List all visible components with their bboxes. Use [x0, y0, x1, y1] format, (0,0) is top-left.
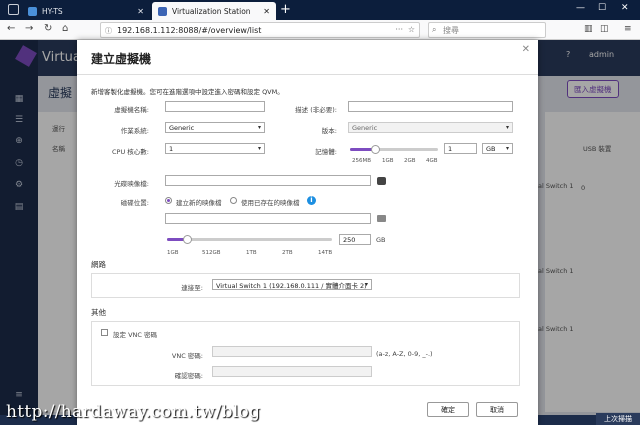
- search-icon: ⌕: [432, 25, 437, 34]
- chevron-down-icon: ▾: [257, 145, 261, 152]
- memory-label: 記憶體:: [315, 148, 337, 156]
- connect-label: 連接至:: [181, 284, 203, 292]
- browser-tab-hyts[interactable]: HY-TS ✕: [22, 2, 150, 20]
- disk-new-label: 建立新的映像檔: [176, 199, 222, 207]
- folder-browse-icon[interactable]: [377, 215, 386, 222]
- disk-slider-handle[interactable]: [183, 235, 192, 244]
- memory-unit-select[interactable]: GB ▾: [482, 143, 513, 154]
- confirm-password-label: 確認密碼:: [174, 372, 203, 380]
- confirm-password-input[interactable]: [212, 366, 372, 377]
- vm-name-input[interactable]: [165, 101, 265, 112]
- chevron-down-icon: ▾: [505, 124, 509, 131]
- search-placeholder: 搜尋: [443, 25, 459, 35]
- chevron-down-icon: ▾: [364, 281, 368, 288]
- url-text: 192.168.1.112:8088/#/overview/list: [117, 25, 262, 35]
- menu-icon[interactable]: ≡: [624, 24, 632, 34]
- browser-tabbar: HY-TS ✕ Virtualization Station ✕ + — ☐ ✕: [0, 0, 640, 20]
- close-window-icon[interactable]: ✕: [621, 3, 629, 13]
- browser-search-input[interactable]: ⌕ 搜尋: [428, 22, 546, 38]
- prev-page-button[interactable]: 上次掃描: [596, 413, 640, 425]
- disk-tick: 14TB: [318, 250, 333, 256]
- vnc-password-input[interactable]: [212, 346, 372, 357]
- version-select-value: Generic: [352, 123, 378, 132]
- disk-tick: 1GB: [167, 250, 179, 256]
- home-icon[interactable]: ⌂: [62, 23, 68, 34]
- info-icon[interactable]: ⓘ: [105, 26, 112, 36]
- disk-tick: 2TB: [282, 250, 293, 256]
- vnc-hint: (a-z, A-Z, 0-9, _-.): [376, 350, 433, 358]
- memory-unit-value: GB: [486, 144, 496, 153]
- vnc-password-label: VNC 密碼:: [171, 352, 203, 360]
- new-tab-icon[interactable]: +: [280, 2, 291, 17]
- description-label: 描述 (非必要):: [295, 106, 337, 114]
- info-icon[interactable]: i: [307, 196, 316, 205]
- network-select[interactable]: Virtual Switch 1 (192.168.0.111 / 實體介面卡 …: [212, 279, 372, 290]
- version-select[interactable]: Generic ▾: [348, 122, 513, 133]
- memory-tick: 2GB: [404, 158, 416, 164]
- browser-navbar: ← → ↻ ⌂ ⓘ 192.168.1.112:8088/#/overview/…: [0, 20, 640, 40]
- tab-favicon: [158, 6, 167, 16]
- disk-tick: 512GB: [202, 250, 221, 256]
- version-label: 版本:: [321, 127, 337, 135]
- memory-slider-handle[interactable]: [371, 145, 380, 154]
- disk-existing-label: 使用已存在的映像檔: [241, 199, 300, 207]
- ok-button[interactable]: 確定: [427, 402, 469, 417]
- sidebar-toggle-icon[interactable]: ◫: [600, 24, 609, 34]
- description-input[interactable]: [348, 101, 513, 112]
- os-select-value: Generic: [169, 123, 195, 132]
- cpu-select-value: 1: [169, 144, 174, 153]
- watermark: http://hardaway.com.tw/blog: [6, 402, 261, 422]
- chevron-down-icon: ▾: [505, 145, 509, 152]
- vnc-checkbox-label: 設定 VNC 密碼: [113, 331, 157, 339]
- dialog-title: 建立虛擬機: [91, 52, 152, 66]
- create-vm-dialog: 建立虛擬機 ✕ 新增客製化虛擬機。您可在進階選項中設定進入密碼和設定 QVM。 …: [77, 40, 538, 425]
- back-icon[interactable]: ←: [7, 23, 15, 34]
- os-label: 作業系統:: [120, 127, 149, 135]
- other-section-title: 其他: [91, 308, 106, 317]
- more-icon[interactable]: ···: [395, 25, 403, 34]
- dialog-description: 新增客製化虛擬機。您可在進階選項中設定進入密碼和設定 QVM。: [91, 88, 284, 96]
- memory-tick: 1GB: [382, 158, 394, 164]
- disk-location-label: 磁碟位置:: [120, 199, 149, 207]
- vm-name-label: 虛擬機名稱:: [114, 106, 149, 114]
- cancel-button[interactable]: 取消: [476, 402, 518, 417]
- cpu-label: CPU 核心數:: [112, 148, 149, 156]
- tab-list-icon[interactable]: [8, 4, 19, 15]
- disk-size-unit: GB: [376, 236, 386, 244]
- minimize-icon[interactable]: —: [576, 3, 585, 13]
- vnc-password-checkbox[interactable]: [101, 329, 108, 336]
- forward-icon[interactable]: →: [25, 23, 33, 34]
- os-select[interactable]: Generic ▾: [165, 122, 265, 133]
- cpu-select[interactable]: 1 ▾: [165, 143, 265, 154]
- disk-path-input[interactable]: [165, 213, 371, 224]
- browser-tab-virtualization[interactable]: Virtualization Station ✕: [152, 2, 276, 20]
- close-tab-icon[interactable]: ✕: [263, 7, 270, 16]
- memory-tick: 4GB: [426, 158, 438, 164]
- disc-browse-icon[interactable]: [377, 177, 386, 185]
- disk-new-radio[interactable]: [165, 197, 172, 204]
- close-tab-icon[interactable]: ✕: [137, 7, 144, 16]
- network-select-value: Virtual Switch 1 (192.168.0.111 / 實體介面卡 …: [216, 281, 367, 290]
- memory-tick: 256MB: [352, 158, 372, 164]
- memory-input[interactable]: 1: [444, 143, 477, 154]
- library-icon[interactable]: ▥: [584, 24, 593, 34]
- cdrom-input[interactable]: [165, 175, 371, 186]
- cdrom-label: 光碟映像檔:: [114, 180, 149, 188]
- tab-title: HY-TS: [42, 6, 63, 16]
- divider: [77, 74, 538, 75]
- maximize-icon[interactable]: ☐: [598, 3, 606, 13]
- tab-title: Virtualization Station: [172, 6, 251, 16]
- chevron-down-icon: ▾: [257, 124, 261, 131]
- disk-size-slider[interactable]: [167, 235, 332, 244]
- reload-icon[interactable]: ↻: [44, 23, 52, 34]
- disk-tick: 1TB: [246, 250, 257, 256]
- network-section-title: 網路: [91, 260, 106, 269]
- address-bar[interactable]: ⓘ 192.168.1.112:8088/#/overview/list ···…: [100, 22, 420, 38]
- disk-size-input[interactable]: 250: [339, 234, 371, 245]
- memory-slider[interactable]: [350, 145, 438, 154]
- tab-favicon: [28, 6, 37, 16]
- bookmark-star-icon[interactable]: ☆: [408, 25, 415, 34]
- disk-existing-radio[interactable]: [230, 197, 237, 204]
- close-icon[interactable]: ✕: [522, 44, 530, 55]
